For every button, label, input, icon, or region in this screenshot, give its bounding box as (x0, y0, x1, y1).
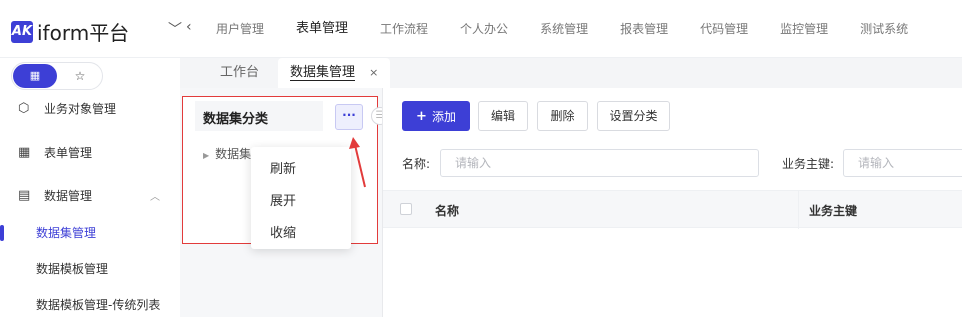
dropdown-item-expand[interactable]: 展开 (270, 190, 296, 209)
top-header: AK iform平台 ﹀ ‹ 用户管理 表单管理 工作流程 个人办公 系统管理 … (0, 0, 962, 58)
top-nav-test-system[interactable]: 测试系统 (844, 0, 924, 58)
sidebar-subitem-label: 数据模板管理-传统列表 (36, 298, 161, 312)
key-filter-label: 业务主键: (782, 157, 835, 171)
tab-workbench[interactable]: 工作台 (220, 58, 259, 88)
caret-right-icon[interactable]: ▶ (203, 151, 209, 160)
collapse-menu-icon[interactable]: ﹀ (168, 19, 182, 39)
active-indicator (0, 225, 4, 241)
app-root: AK iform平台 ﹀ ‹ 用户管理 表单管理 工作流程 个人办公 系统管理 … (0, 0, 962, 317)
sidebar-item-business-object[interactable]: ⬡ 业务对象管理 (0, 93, 180, 123)
sidebar-subitem-dataset-mgmt[interactable]: 数据集管理 (0, 219, 180, 247)
sidebar-item-label: 表单管理 (44, 145, 93, 160)
more-options-dropdown: 刷新 展开 收缩 (251, 147, 351, 249)
sidebar-subitem-data-template-classic[interactable]: 数据模板管理-传统列表 (0, 291, 180, 317)
plus-icon: + (416, 108, 427, 124)
table-icon: ▦ (18, 144, 31, 160)
top-nav-report-mgmt[interactable]: 报表管理 (604, 0, 684, 58)
column-header-name[interactable]: 名称 (435, 202, 459, 219)
select-all-checkbox[interactable] (400, 203, 412, 215)
app-title: iform平台 (37, 21, 130, 45)
top-nav-system-mgmt[interactable]: 系统管理 (524, 0, 604, 58)
cube-icon: ⬡ (18, 100, 30, 116)
tab-label: 工作台 (220, 65, 260, 80)
sidebar-subitem-label: 数据集管理 (36, 226, 97, 240)
edit-button[interactable]: 编辑 (478, 101, 528, 131)
sidebar: ▦ ☆ ⬡ 业务对象管理 ▦ 表单管理 ▤ 数据管理 ︿ 数据集管理 数据模板管… (0, 58, 180, 317)
header-controls: ﹀ ‹ (168, 19, 192, 39)
sidebar-view-toggle: ▦ ☆ (11, 62, 103, 90)
column-divider[interactable] (798, 191, 799, 229)
more-options-button[interactable]: ··· (335, 104, 363, 130)
top-nav-user-mgmt[interactable]: 用户管理 (200, 0, 280, 58)
sidebar-subitem-data-template[interactable]: 数据模板管理 (0, 255, 180, 283)
dropdown-item-collapse[interactable]: 收缩 (270, 222, 296, 241)
add-button-label: 添加 (431, 109, 456, 124)
tree-title: 数据集分类 (203, 112, 269, 127)
top-nav-form-mgmt[interactable]: 表单管理 (280, 0, 364, 58)
sidebar-subitem-label: 数据模板管理 (36, 262, 109, 276)
set-category-button[interactable]: 设置分类 (597, 101, 670, 131)
close-icon[interactable]: × (369, 66, 378, 79)
sidebar-item-label: 业务对象管理 (44, 101, 117, 116)
top-nav-workflow[interactable]: 工作流程 (364, 0, 444, 58)
delete-button[interactable]: 删除 (537, 101, 588, 131)
top-nav-code-mgmt[interactable]: 代码管理 (684, 0, 764, 58)
top-nav: 用户管理 表单管理 工作流程 个人办公 系统管理 报表管理 代码管理 监控管理 … (200, 0, 924, 58)
database-icon: ▤ (18, 187, 31, 203)
top-nav-monitor-mgmt[interactable]: 监控管理 (764, 0, 844, 58)
name-filter-label: 名称: (402, 157, 431, 171)
add-button[interactable]: + 添加 (402, 101, 470, 131)
annotation-arrow-icon (349, 137, 366, 188)
logo-mark-icon: AK (11, 20, 33, 43)
dropdown-item-refresh[interactable]: 刷新 (270, 158, 296, 177)
top-nav-personal-office[interactable]: 个人办公 (444, 0, 524, 58)
grid-icon[interactable]: ▦ (13, 64, 57, 88)
page-tabs: 工作台 数据集管理 × (180, 58, 962, 88)
table-header: 名称 业务主键 (383, 190, 962, 229)
category-tree-panel: 数据集分类 ··· ▶ 数据集 刷新 展开 收缩 (182, 96, 378, 249)
back-icon[interactable]: ‹ (186, 19, 192, 39)
tab-label: 数据集管理 (290, 65, 356, 81)
tree-header: 数据集分类 (195, 101, 323, 131)
main-content: 数据集分类 ··· ▶ 数据集 刷新 展开 收缩 ☰ + 添加 编辑 删除 设置… (180, 88, 962, 317)
sidebar-item-label: 数据管理 (44, 188, 93, 203)
chevron-up-icon: ︿ (150, 191, 160, 203)
app-logo[interactable]: AK iform平台 (11, 17, 129, 46)
star-icon[interactable]: ☆ (58, 64, 102, 88)
tab-dataset-mgmt[interactable]: 数据集管理 × (278, 58, 391, 88)
name-filter-input[interactable] (440, 149, 759, 177)
sidebar-item-data-mgmt[interactable]: ▤ 数据管理 ︿ (0, 180, 180, 210)
tree-node[interactable]: ▶ 数据集 (203, 145, 251, 162)
key-filter-input[interactable] (843, 149, 962, 177)
tree-node-label: 数据集 (215, 147, 252, 161)
column-header-business-key[interactable]: 业务主键 (809, 202, 857, 219)
dataset-list-panel: + 添加 编辑 删除 设置分类 名称: 业务主键: 名称 业务主键 (383, 88, 962, 317)
sidebar-item-form-mgmt[interactable]: ▦ 表单管理 (0, 137, 180, 167)
